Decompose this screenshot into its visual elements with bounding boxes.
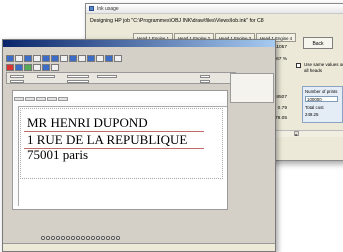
head-indicator[interactable] bbox=[71, 236, 75, 240]
same-values-label: Use same values on all heads bbox=[304, 62, 343, 73]
head-indicators bbox=[41, 236, 120, 240]
barcode-icon[interactable] bbox=[114, 55, 122, 62]
head-indicator[interactable] bbox=[106, 236, 110, 240]
editor-window: MR HENRI DUPOND 1 RUE DE LA REPUBLIQUE 7… bbox=[2, 39, 276, 252]
undo-icon[interactable] bbox=[69, 55, 77, 62]
document-tabs bbox=[14, 97, 68, 101]
prints-panel: Number of prints 100000 Total cost 249.2… bbox=[302, 86, 343, 123]
save-icon[interactable] bbox=[24, 55, 32, 62]
vertical-ruler bbox=[14, 106, 19, 206]
app-icon bbox=[89, 6, 94, 11]
prints-label: Number of prints bbox=[305, 89, 338, 94]
job-description: Designing HP job "C:\Programmes\OBJ INK\… bbox=[90, 18, 264, 24]
toolbar-second bbox=[6, 64, 59, 71]
head-indicator[interactable] bbox=[51, 236, 55, 240]
head-indicator[interactable] bbox=[76, 236, 80, 240]
head-indicator[interactable] bbox=[46, 236, 50, 240]
total-cost-label: Total cost bbox=[305, 105, 324, 110]
image-icon[interactable] bbox=[15, 64, 23, 71]
rotate-icon[interactable] bbox=[42, 64, 50, 71]
label-canvas[interactable]: MR HENRI DUPOND 1 RUE DE LA REPUBLIQUE 7… bbox=[20, 108, 223, 179]
ink-usage-title: Ink usage bbox=[97, 5, 119, 12]
properties-panel bbox=[6, 72, 236, 84]
menubar bbox=[3, 47, 275, 52]
property-field[interactable] bbox=[67, 80, 89, 83]
property-field[interactable] bbox=[200, 80, 210, 83]
layer-icon[interactable] bbox=[51, 64, 59, 71]
grid-icon[interactable] bbox=[96, 55, 104, 62]
property-field[interactable] bbox=[67, 75, 89, 78]
same-values-checkbox[interactable] bbox=[296, 63, 301, 68]
head-indicator[interactable] bbox=[66, 236, 70, 240]
open-icon[interactable] bbox=[15, 55, 23, 62]
doc-tab[interactable] bbox=[36, 97, 46, 101]
head-indicator[interactable] bbox=[101, 236, 105, 240]
total-cost-value: 249.25 bbox=[305, 112, 319, 117]
redo-icon[interactable] bbox=[78, 55, 86, 62]
address-line-2[interactable]: 1 RUE DE LA REPUBLIQUE bbox=[27, 133, 187, 147]
property-field[interactable] bbox=[200, 75, 210, 78]
copy-icon[interactable] bbox=[51, 55, 59, 62]
head-indicator[interactable] bbox=[96, 236, 100, 240]
head-indicator[interactable] bbox=[56, 236, 60, 240]
align-icon[interactable] bbox=[33, 64, 41, 71]
address-line-3[interactable]: 75001 paris bbox=[27, 148, 88, 162]
object-list-panel[interactable] bbox=[230, 73, 274, 103]
zoom-icon[interactable] bbox=[87, 55, 95, 62]
head-indicator[interactable] bbox=[91, 236, 95, 240]
doc-tab[interactable] bbox=[25, 97, 35, 101]
stop-icon[interactable] bbox=[6, 64, 14, 71]
head-indicator[interactable] bbox=[86, 236, 90, 240]
head-indicator[interactable] bbox=[116, 236, 120, 240]
horizontal-ruler bbox=[14, 102, 227, 107]
property-field[interactable] bbox=[10, 75, 24, 78]
ink-usage-titlebar: Ink usage bbox=[86, 4, 343, 14]
doc-tab[interactable] bbox=[14, 97, 24, 101]
head-indicator[interactable] bbox=[41, 236, 45, 240]
head-indicator[interactable] bbox=[111, 236, 115, 240]
doc-tab[interactable] bbox=[58, 97, 68, 101]
scroll-right-icon[interactable]: ▸ bbox=[294, 131, 299, 137]
editor-titlebar bbox=[3, 40, 275, 47]
doc-tab[interactable] bbox=[47, 97, 57, 101]
back-button[interactable]: Back bbox=[303, 37, 333, 49]
head-indicator[interactable] bbox=[81, 236, 85, 240]
address-line-1[interactable]: MR HENRI DUPOND bbox=[27, 116, 148, 130]
run-icon[interactable] bbox=[24, 64, 32, 71]
toolbar-top bbox=[6, 55, 122, 62]
text-icon[interactable] bbox=[105, 55, 113, 62]
print-icon[interactable] bbox=[33, 55, 41, 62]
cut-icon[interactable] bbox=[42, 55, 50, 62]
prints-input[interactable]: 100000 bbox=[305, 96, 338, 102]
property-field[interactable] bbox=[37, 75, 55, 78]
head-indicator[interactable] bbox=[61, 236, 65, 240]
property-field[interactable] bbox=[97, 75, 117, 78]
paste-icon[interactable] bbox=[60, 55, 68, 62]
property-field[interactable] bbox=[10, 80, 24, 83]
new-icon[interactable] bbox=[6, 55, 14, 62]
